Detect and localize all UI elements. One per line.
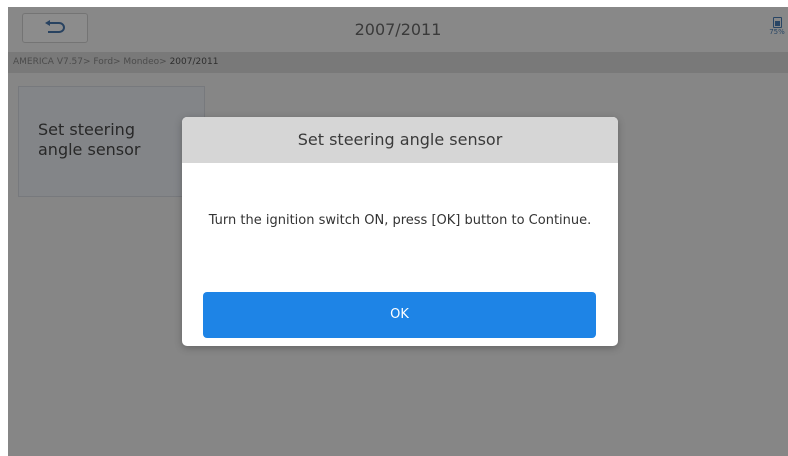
dialog-message: Turn the ignition switch ON, press [OK] …: [208, 213, 592, 228]
app-screen: 2007/2011 75% AMERICA V7.57> Ford> Monde…: [8, 7, 788, 456]
dialog-title: Set steering angle sensor: [182, 117, 618, 163]
dialog: Set steering angle sensor Turn the ignit…: [182, 117, 618, 346]
ok-button[interactable]: OK: [203, 292, 596, 338]
